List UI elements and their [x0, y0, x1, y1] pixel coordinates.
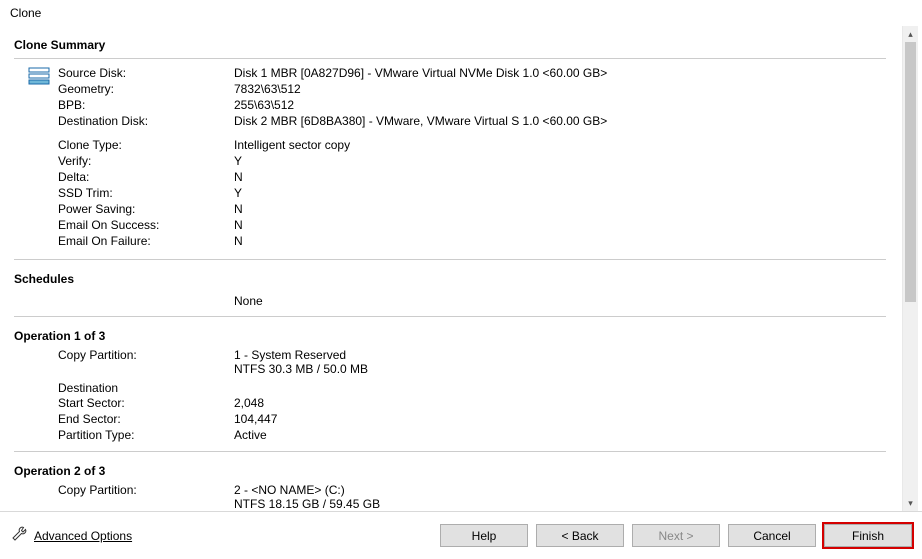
- op1-copy-partition: Copy Partition: 1 - System Reserved NTFS…: [58, 347, 368, 377]
- schedules-heading: Schedules: [14, 266, 886, 290]
- destination-subheading: Destination: [58, 381, 886, 395]
- next-button: Next >: [632, 524, 720, 547]
- value: 2,048: [234, 395, 277, 411]
- label: Copy Partition:: [58, 482, 234, 511]
- table-row: Email On Failure:N: [58, 233, 350, 249]
- label: Partition Type:: [58, 427, 234, 443]
- divider: [14, 259, 886, 260]
- value: N: [234, 233, 350, 249]
- label: Clone Type:: [58, 137, 234, 153]
- schedules-value: None: [14, 290, 886, 314]
- divider: [14, 316, 886, 317]
- window-title: Clone: [0, 0, 922, 24]
- table-row: Verify:Y: [58, 153, 350, 169]
- table-row: SSD Trim:Y: [58, 185, 350, 201]
- table-row: Delta:N: [58, 169, 350, 185]
- value-line2: NTFS 30.3 MB / 50.0 MB: [234, 362, 368, 376]
- value: 104,447: [234, 411, 277, 427]
- value: Disk 2 MBR [6D8BA380] - VMware, VMware V…: [234, 113, 607, 129]
- value: N: [234, 169, 350, 185]
- label: Email On Success:: [58, 217, 234, 233]
- scroll-thumb[interactable]: [905, 42, 916, 302]
- value: Y: [234, 153, 350, 169]
- content-area: Clone Summary Source Disk:Disk 1 MBR [0A…: [0, 26, 900, 511]
- vertical-scrollbar[interactable]: ▴ ▾: [902, 26, 918, 511]
- table-row: Power Saving:N: [58, 201, 350, 217]
- table-row: End Sector:104,447: [58, 411, 277, 427]
- label: SSD Trim:: [58, 185, 234, 201]
- scroll-up-arrow[interactable]: ▴: [903, 26, 918, 42]
- table-row: Email On Success:N: [58, 217, 350, 233]
- op1-destination-rows: Start Sector:2,048End Sector:104,447Part…: [58, 395, 277, 443]
- label: Geometry:: [58, 81, 234, 97]
- label: End Sector:: [58, 411, 234, 427]
- label: Verify:: [58, 153, 234, 169]
- table-row: Geometry:7832\63\512: [58, 81, 607, 97]
- clone-summary-heading: Clone Summary: [14, 32, 886, 56]
- back-button[interactable]: < Back: [536, 524, 624, 547]
- value: Y: [234, 185, 350, 201]
- help-button[interactable]: Help: [440, 524, 528, 547]
- divider: [14, 451, 886, 452]
- label: Email On Failure:: [58, 233, 234, 249]
- footer-bar: Advanced Options Help < Back Next > Canc…: [0, 511, 922, 559]
- table-row: Partition Type:Active: [58, 427, 277, 443]
- finish-button[interactable]: Finish: [824, 524, 912, 547]
- advanced-options-link[interactable]: Advanced Options: [34, 529, 132, 543]
- label: Power Saving:: [58, 201, 234, 217]
- table-row: Source Disk:Disk 1 MBR [0A827D96] - VMwa…: [58, 65, 607, 81]
- disk-icon: [28, 67, 50, 88]
- value: 255\63\512: [234, 97, 607, 113]
- value: Active: [234, 427, 277, 443]
- divider: [14, 58, 886, 59]
- label: BPB:: [58, 97, 234, 113]
- value: Disk 1 MBR [0A827D96] - VMware Virtual N…: [234, 65, 607, 81]
- value: N: [234, 217, 350, 233]
- op2-copy-partition: Copy Partition: 2 - <NO NAME> (C:) NTFS …: [58, 482, 380, 511]
- operation-1-heading: Operation 1 of 3: [14, 323, 886, 347]
- scroll-down-arrow[interactable]: ▾: [903, 495, 918, 511]
- cancel-button[interactable]: Cancel: [728, 524, 816, 547]
- label: Copy Partition:: [58, 347, 234, 377]
- table-row: Start Sector:2,048: [58, 395, 277, 411]
- label: Start Sector:: [58, 395, 234, 411]
- operation-2-heading: Operation 2 of 3: [14, 458, 886, 482]
- value: N: [234, 201, 350, 217]
- summary-rows-2: Clone Type:Intelligent sector copyVerify…: [58, 137, 350, 249]
- label: Delta:: [58, 169, 234, 185]
- value-line2: NTFS 18.15 GB / 59.45 GB: [234, 497, 380, 511]
- summary-rows-1: Source Disk:Disk 1 MBR [0A827D96] - VMwa…: [58, 65, 607, 129]
- table-row: BPB:255\63\512: [58, 97, 607, 113]
- label: Destination Disk:: [58, 113, 234, 129]
- value: Intelligent sector copy: [234, 137, 350, 153]
- value: 7832\63\512: [234, 81, 607, 97]
- value-line1: 1 - System Reserved: [234, 348, 368, 362]
- value-line1: 2 - <NO NAME> (C:): [234, 483, 380, 497]
- wrench-icon: [10, 525, 28, 546]
- table-row: Clone Type:Intelligent sector copy: [58, 137, 350, 153]
- label: Source Disk:: [58, 65, 234, 81]
- table-row: Destination Disk:Disk 2 MBR [6D8BA380] -…: [58, 113, 607, 129]
